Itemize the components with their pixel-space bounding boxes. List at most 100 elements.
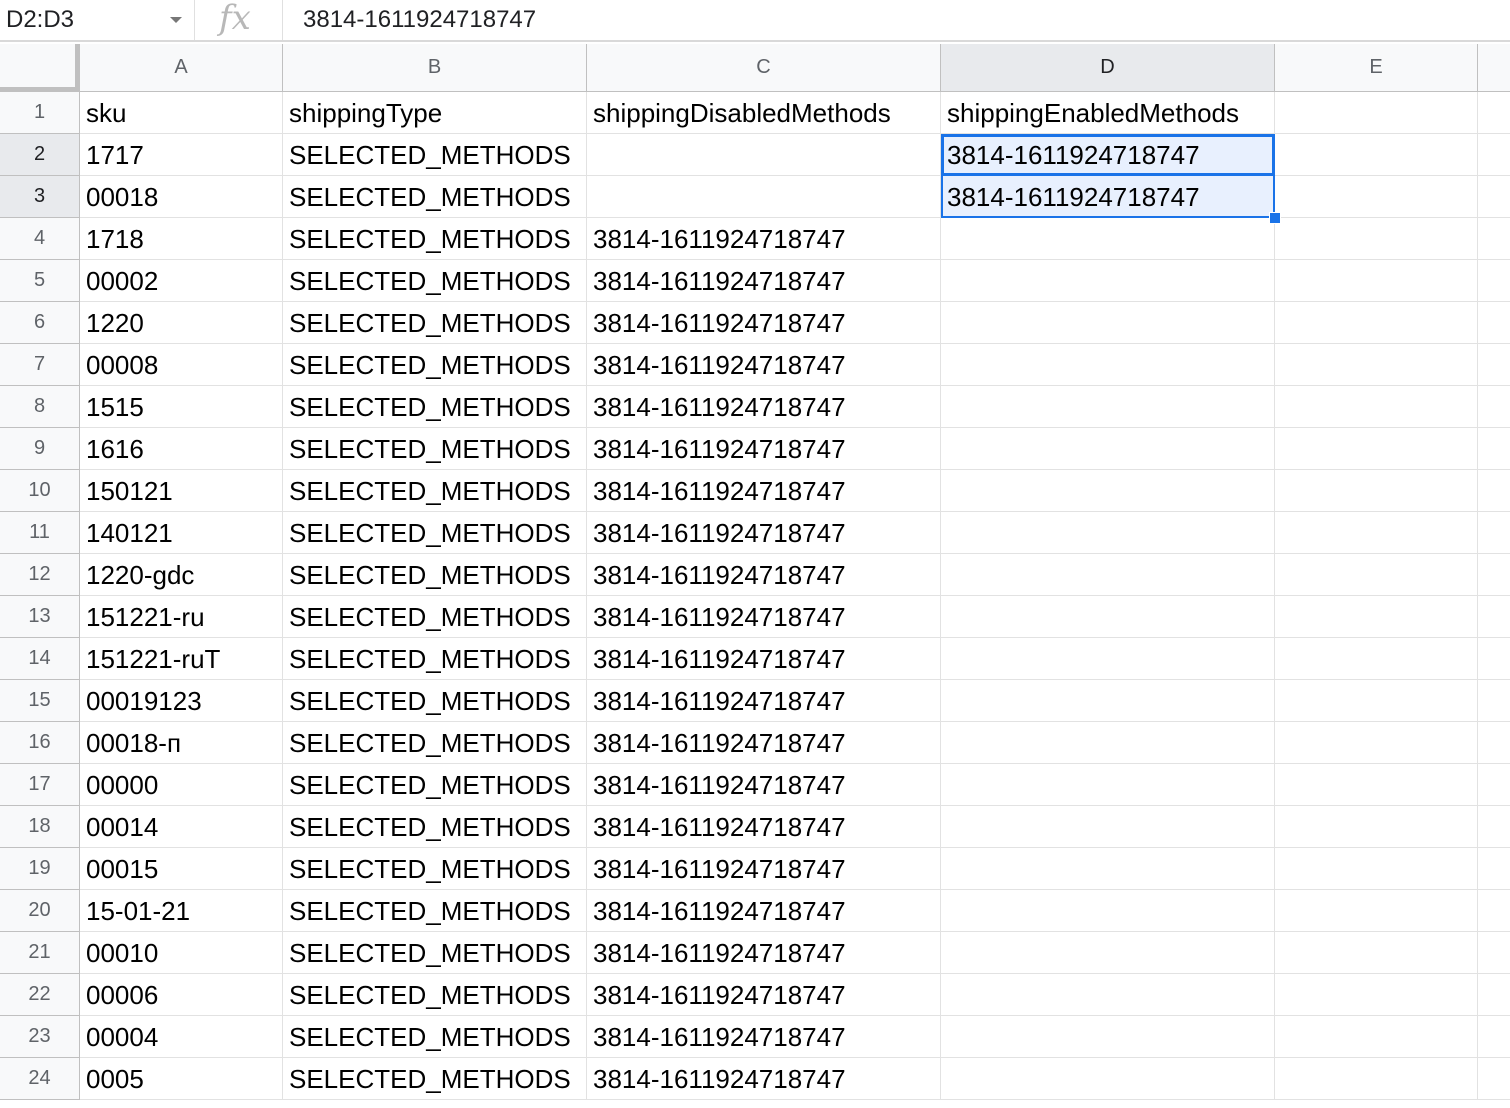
cell-b15[interactable]: SELECTED_METHODS [283, 680, 587, 722]
row-header-23[interactable]: 23 [0, 1016, 80, 1058]
cell-e12[interactable] [1275, 554, 1478, 596]
cell-a19[interactable]: 00015 [80, 848, 283, 890]
cell-b10[interactable]: SELECTED_METHODS [283, 470, 587, 512]
cell-a3[interactable]: 00018 [80, 176, 283, 218]
cell-e15[interactable] [1275, 680, 1478, 722]
row-header-1[interactable]: 1 [0, 92, 80, 134]
fill-handle[interactable] [1269, 212, 1281, 224]
cell-b3[interactable]: SELECTED_METHODS [283, 176, 587, 218]
cell-e23[interactable] [1275, 1016, 1478, 1058]
cell-e16[interactable] [1275, 722, 1478, 764]
cell-a8[interactable]: 1515 [80, 386, 283, 428]
cell-d16[interactable] [941, 722, 1275, 764]
cell-d20[interactable] [941, 890, 1275, 932]
cell-c1[interactable]: shippingDisabledMethods [587, 92, 941, 134]
cell-a13[interactable]: 151221-ru [80, 596, 283, 638]
cell-c22[interactable]: 3814-1611924718747 [587, 974, 941, 1016]
cell-d14[interactable] [941, 638, 1275, 680]
cell-c6[interactable]: 3814-1611924718747 [587, 302, 941, 344]
cell-e11[interactable] [1275, 512, 1478, 554]
cell-d9[interactable] [941, 428, 1275, 470]
column-header-c[interactable]: C [587, 44, 941, 92]
cell-d3[interactable]: 3814-1611924718747 [941, 176, 1275, 218]
cell-a10[interactable]: 150121 [80, 470, 283, 512]
row-header-3[interactable]: 3 [0, 176, 80, 218]
cell-d13[interactable] [941, 596, 1275, 638]
cell-d21[interactable] [941, 932, 1275, 974]
cell-a4[interactable]: 1718 [80, 218, 283, 260]
cell-c21[interactable]: 3814-1611924718747 [587, 932, 941, 974]
cell-c16[interactable]: 3814-1611924718747 [587, 722, 941, 764]
cell-e5[interactable] [1275, 260, 1478, 302]
row-header-4[interactable]: 4 [0, 218, 80, 260]
cell-b8[interactable]: SELECTED_METHODS [283, 386, 587, 428]
cell-a9[interactable]: 1616 [80, 428, 283, 470]
cell-e4[interactable] [1275, 218, 1478, 260]
cell-b13[interactable]: SELECTED_METHODS [283, 596, 587, 638]
cell-d17[interactable] [941, 764, 1275, 806]
row-header-15[interactable]: 15 [0, 680, 80, 722]
column-header-e[interactable]: E [1275, 44, 1478, 92]
cell-a5[interactable]: 00002 [80, 260, 283, 302]
cell-d23[interactable] [941, 1016, 1275, 1058]
cell-c10[interactable]: 3814-1611924718747 [587, 470, 941, 512]
cell-a20[interactable]: 15-01-21 [80, 890, 283, 932]
cell-b17[interactable]: SELECTED_METHODS [283, 764, 587, 806]
cell-e3[interactable] [1275, 176, 1478, 218]
cell-b16[interactable]: SELECTED_METHODS [283, 722, 587, 764]
cell-e13[interactable] [1275, 596, 1478, 638]
cell-a21[interactable]: 00010 [80, 932, 283, 974]
cell-a12[interactable]: 1220-gdc [80, 554, 283, 596]
cell-c5[interactable]: 3814-1611924718747 [587, 260, 941, 302]
cell-d8[interactable] [941, 386, 1275, 428]
cell-c18[interactable]: 3814-1611924718747 [587, 806, 941, 848]
cell-e18[interactable] [1275, 806, 1478, 848]
cell-d5[interactable] [941, 260, 1275, 302]
cell-a6[interactable]: 1220 [80, 302, 283, 344]
cell-a15[interactable]: 00019123 [80, 680, 283, 722]
cell-c8[interactable]: 3814-1611924718747 [587, 386, 941, 428]
cell-d22[interactable] [941, 974, 1275, 1016]
cell-b19[interactable]: SELECTED_METHODS [283, 848, 587, 890]
cell-b1[interactable]: shippingType [283, 92, 587, 134]
row-header-10[interactable]: 10 [0, 470, 80, 512]
cell-b4[interactable]: SELECTED_METHODS [283, 218, 587, 260]
cell-e17[interactable] [1275, 764, 1478, 806]
row-header-5[interactable]: 5 [0, 260, 80, 302]
row-header-12[interactable]: 12 [0, 554, 80, 596]
cell-d11[interactable] [941, 512, 1275, 554]
cell-e21[interactable] [1275, 932, 1478, 974]
row-header-24[interactable]: 24 [0, 1058, 80, 1100]
cell-d4[interactable] [941, 218, 1275, 260]
cell-e22[interactable] [1275, 974, 1478, 1016]
row-header-21[interactable]: 21 [0, 932, 80, 974]
cell-b21[interactable]: SELECTED_METHODS [283, 932, 587, 974]
select-all-corner[interactable] [0, 44, 80, 92]
cell-e1[interactable] [1275, 92, 1478, 134]
cell-b20[interactable]: SELECTED_METHODS [283, 890, 587, 932]
cell-c23[interactable]: 3814-1611924718747 [587, 1016, 941, 1058]
cell-b18[interactable]: SELECTED_METHODS [283, 806, 587, 848]
cell-b6[interactable]: SELECTED_METHODS [283, 302, 587, 344]
cell-a23[interactable]: 00004 [80, 1016, 283, 1058]
cell-c17[interactable]: 3814-1611924718747 [587, 764, 941, 806]
cell-a18[interactable]: 00014 [80, 806, 283, 848]
cell-d12[interactable] [941, 554, 1275, 596]
cell-b22[interactable]: SELECTED_METHODS [283, 974, 587, 1016]
cell-d7[interactable] [941, 344, 1275, 386]
column-header-d[interactable]: D [941, 44, 1275, 92]
cell-b14[interactable]: SELECTED_METHODS [283, 638, 587, 680]
cell-e7[interactable] [1275, 344, 1478, 386]
cell-d19[interactable] [941, 848, 1275, 890]
cell-a17[interactable]: 00000 [80, 764, 283, 806]
cell-d15[interactable] [941, 680, 1275, 722]
cell-b12[interactable]: SELECTED_METHODS [283, 554, 587, 596]
cell-e10[interactable] [1275, 470, 1478, 512]
row-header-20[interactable]: 20 [0, 890, 80, 932]
cell-b7[interactable]: SELECTED_METHODS [283, 344, 587, 386]
cell-e8[interactable] [1275, 386, 1478, 428]
cell-c20[interactable]: 3814-1611924718747 [587, 890, 941, 932]
cell-a22[interactable]: 00006 [80, 974, 283, 1016]
cell-a2[interactable]: 1717 [80, 134, 283, 176]
row-header-17[interactable]: 17 [0, 764, 80, 806]
